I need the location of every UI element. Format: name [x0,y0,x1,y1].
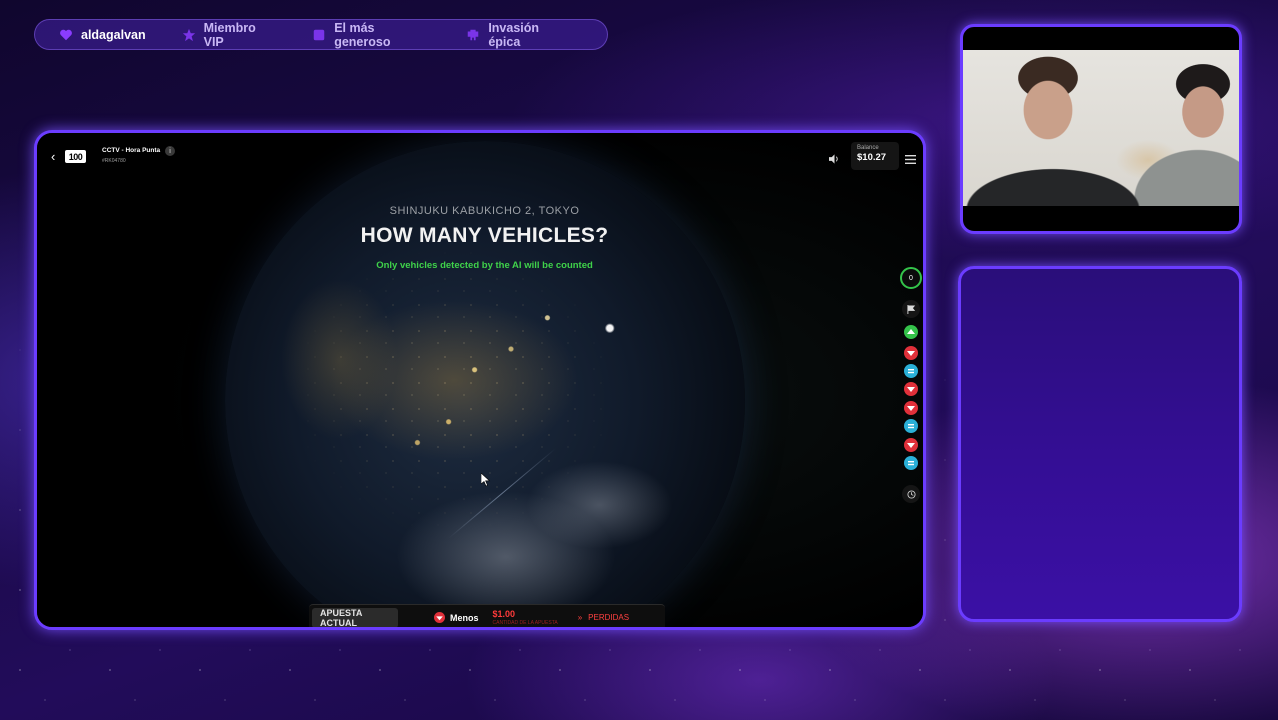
hamburger-menu-icon[interactable] [905,151,916,169]
vehicle-counter: 0 [900,267,922,289]
bet-amount-label: CANTIDAD DE LA APUESTA [492,619,558,626]
invader-icon [466,28,480,42]
game-screen[interactable]: ‹ 100 CCTV - Hora Punta i #RK04780 Balan… [37,133,923,627]
bet-amount-box: $1.00 CANTIDAD DE LA APUESTA [492,608,558,626]
flag-icon[interactable] [902,300,920,318]
alert-epic-raid: Invasión épica [466,21,571,49]
bet-amount: $1.00 [492,608,516,619]
alert-label: Invasión épica [488,20,540,49]
back-button[interactable]: ‹ [51,149,55,164]
outcome-arrow-icon: » [577,613,583,622]
history-chip-down [904,382,918,396]
game-logo: 100 [65,150,86,163]
alert-label: El más generoso [334,20,391,49]
game-title: CCTV - Hora Punta [102,147,161,154]
history-chip-down [904,438,918,452]
history-chip-equal [904,364,918,378]
outcome-label: PERDIDAS [588,613,630,622]
game-capture-frame: ‹ 100 CCTV - Hora Punta i #RK04780 Balan… [34,130,926,630]
alert-latest-follower: aldagalvan [59,28,146,42]
history-chip-equal [904,419,918,433]
history-chip-up [904,325,918,339]
history-clock-icon[interactable] [902,485,920,503]
mouse-cursor-icon [480,472,491,492]
webcam-frame [960,24,1242,234]
round-id: #RK04780 [102,158,126,164]
alert-label: aldagalvan [81,27,146,42]
star-icon [182,28,196,42]
down-arrow-icon [434,612,445,623]
alert-top-donor: El más generoso [312,21,430,49]
balance-label: Balance [857,145,879,151]
bet-choice-label: Menos [450,612,479,623]
bet-choice: Menos [434,612,479,623]
balance-value: $10.27 [857,152,887,163]
current-bet-label: APUESTA ACTUAL [312,607,398,627]
side-panel [958,266,1242,622]
alert-label: Miembro VIP [203,20,256,49]
info-icon[interactable]: i [165,146,175,156]
question-subtitle: Only vehicles detected by the AI will be… [376,260,593,271]
history-chip-down [904,346,918,360]
current-bet-bar: APUESTA ACTUAL Menos $1.00 CANTIDAD DE L… [309,604,665,627]
balance-display: Balance $10.27 [851,142,899,170]
heart-icon [59,28,73,42]
alert-vip-member: Miembro VIP [182,21,277,49]
volume-icon[interactable] [829,151,840,169]
question-title: HOW MANY VEHICLES? [360,224,609,247]
history-chip-equal [904,456,918,470]
location-label: SHINJUKU KABUKICHO 2, TOKYO [389,205,580,217]
bet-outcome: » PERDIDAS [578,613,629,622]
webcam-video [963,50,1239,206]
history-chip-down [904,401,918,415]
stream-alerts-bar: aldagalvan Miembro VIP El más generoso I… [34,19,608,50]
gift-icon [312,28,326,42]
